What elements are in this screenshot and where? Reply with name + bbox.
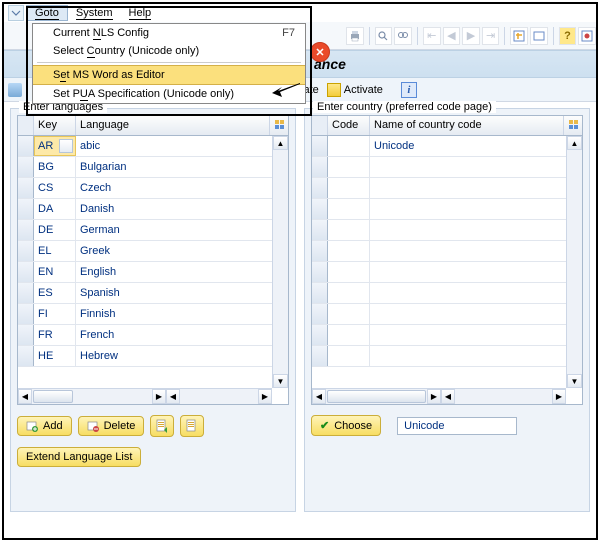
dropdown-item[interactable]: Set MS Word as Editor — [33, 65, 305, 85]
table-row[interactable] — [312, 178, 582, 199]
table-row[interactable] — [312, 346, 582, 367]
delete-icon — [87, 420, 99, 432]
table-row[interactable]: Unicode — [312, 136, 582, 157]
country-table: Code Name of country code Unicode ▲▼ ◀▶◀… — [311, 115, 583, 405]
country-value-field[interactable] — [397, 417, 517, 435]
print-icon[interactable] — [346, 27, 364, 45]
table-row[interactable]: HEHebrew — [18, 346, 288, 367]
choose-button[interactable]: ✔Choose — [311, 415, 381, 436]
horizontal-scrollbar[interactable]: ◀▶◀▶ — [312, 388, 566, 404]
customize-layout-icon[interactable] — [578, 27, 596, 45]
col-country-name[interactable]: Name of country code — [370, 116, 564, 135]
add-icon — [26, 420, 38, 432]
activate-button[interactable]: Activate — [327, 83, 383, 97]
menu-system[interactable]: System — [68, 6, 121, 21]
back-icon — [8, 83, 22, 97]
country-buttons: ✔Choose — [311, 415, 583, 436]
new-session-icon[interactable] — [510, 27, 528, 45]
menu-collapse-icon[interactable] — [8, 5, 24, 21]
work-area: Enter languages Key Language ARabicBGBul… — [4, 102, 596, 518]
horizontal-scrollbar[interactable]: ◀▶◀▶ — [18, 388, 272, 404]
table-row[interactable] — [312, 241, 582, 262]
next-page-icon[interactable]: ▶ — [462, 27, 480, 45]
languages-table: Key Language ARabicBGBulgarianCSCzechDAD… — [17, 115, 289, 405]
country-header: Code Name of country code — [312, 116, 582, 136]
col-language[interactable]: Language — [76, 116, 270, 135]
table-row[interactable]: ARabic — [18, 136, 288, 157]
menu-help[interactable]: Help — [121, 6, 160, 21]
table-row[interactable]: DADanish — [18, 199, 288, 220]
table-row[interactable] — [312, 220, 582, 241]
window-frame: Goto System Help Current NLS ConfigF7Sel… — [2, 2, 598, 540]
first-page-icon[interactable]: ⇤ — [423, 27, 441, 45]
table-row[interactable] — [312, 304, 582, 325]
table-row[interactable]: ELGreek — [18, 241, 288, 262]
table-row[interactable]: ESSpanish — [18, 283, 288, 304]
find-next-icon[interactable] — [394, 27, 412, 45]
f4-help-icon[interactable] — [59, 139, 73, 153]
delete-button[interactable]: Delete — [78, 416, 145, 436]
table-row[interactable] — [312, 199, 582, 220]
last-page-icon[interactable]: ⇥ — [482, 27, 500, 45]
table-row[interactable]: FIFinnish — [18, 304, 288, 325]
deselect-all-button[interactable] — [180, 415, 204, 437]
col-key[interactable]: Key — [34, 116, 76, 135]
languages-buttons: Add Delete — [17, 415, 289, 437]
prev-page-icon[interactable]: ◀ — [443, 27, 461, 45]
vertical-scrollbar[interactable]: ▲▼ — [566, 136, 582, 388]
table-row[interactable] — [312, 157, 582, 178]
help-icon[interactable]: ? — [559, 27, 577, 45]
goto-dropdown: Current NLS ConfigF7Select Country (Unic… — [32, 23, 306, 104]
select-all-button[interactable] — [150, 415, 174, 437]
annotation-arrow — [272, 81, 300, 102]
table-row[interactable]: DEGerman — [18, 220, 288, 241]
table-config-icon[interactable] — [564, 116, 582, 135]
vertical-scrollbar[interactable]: ▲▼ — [272, 136, 288, 388]
table-row[interactable]: ENEnglish — [18, 262, 288, 283]
add-button[interactable]: Add — [17, 416, 72, 436]
dropdown-item[interactable]: Current NLS ConfigF7 — [33, 24, 305, 42]
table-row[interactable] — [312, 283, 582, 304]
dropdown-item[interactable]: Select Country (Unicode only) — [33, 42, 305, 60]
table-config-icon[interactable] — [270, 116, 288, 135]
check-icon: ✔ — [320, 419, 329, 432]
find-icon[interactable] — [375, 27, 393, 45]
country-group-title: Enter country (preferred code page) — [313, 101, 496, 113]
col-code[interactable]: Code — [328, 116, 370, 135]
table-row[interactable]: BGBulgarian — [18, 157, 288, 178]
table-row[interactable] — [312, 325, 582, 346]
generate-shortcut-icon[interactable] — [530, 27, 548, 45]
table-row[interactable] — [312, 262, 582, 283]
country-group: Enter country (preferred code page) Code… — [304, 108, 590, 512]
table-row[interactable]: FRFrench — [18, 325, 288, 346]
languages-group: Enter languages Key Language ARabicBGBul… — [10, 108, 296, 512]
menubar: Goto System Help — [4, 4, 596, 22]
cancel-icon[interactable]: ✕ — [310, 42, 330, 62]
activate-icon — [327, 83, 341, 97]
table-row[interactable]: CSCzech — [18, 178, 288, 199]
extend-language-list-button[interactable]: Extend Language List — [17, 447, 141, 467]
languages-header: Key Language — [18, 116, 288, 136]
info-icon[interactable]: i — [401, 82, 417, 98]
menu-goto[interactable]: Goto — [26, 5, 68, 21]
dropdown-item[interactable]: Set PUA Specification (Unicode only) — [33, 85, 305, 103]
